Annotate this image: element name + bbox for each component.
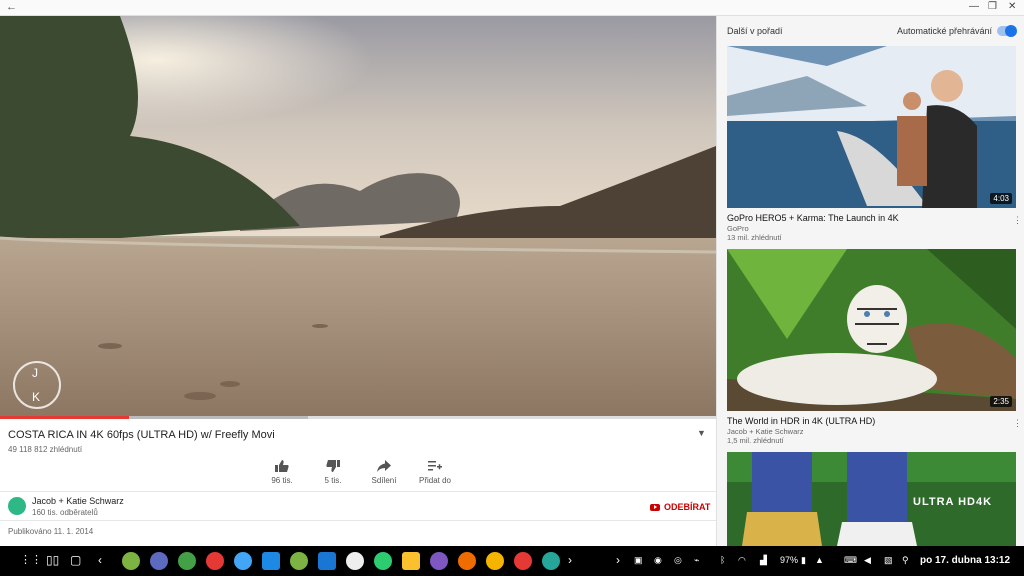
email-app-icon[interactable] (234, 552, 252, 570)
expand-icon[interactable]: ▼ (697, 428, 706, 438)
add-to-button[interactable]: Přidat do (410, 460, 460, 485)
subscriber-count: 160 tis. odběratelů (32, 508, 98, 517)
divider (0, 491, 716, 492)
gallery-icon[interactable]: ▣ (634, 555, 643, 566)
minimize-icon[interactable]: — (969, 1, 979, 12)
publish-date: Publikováno 11. 1. 2014 (8, 527, 94, 536)
video-title: COSTA RICA IN 4K 60fps (ULTRA HD) w/ Fre… (8, 429, 275, 441)
usb-icon[interactable]: ⌁ (694, 555, 699, 566)
clock: po 17. dubna 13:12 (920, 555, 1011, 566)
chrome-app-icon[interactable] (486, 552, 504, 570)
channel-watermark-logo: J K (13, 361, 61, 409)
screenshot-icon[interactable]: ▧ (884, 555, 893, 566)
video-card-channel: GoPro (727, 224, 749, 233)
dislike-count: 5 tis. (324, 476, 342, 485)
more-options-icon[interactable]: ⋮ (1013, 418, 1022, 429)
playlist-add-icon (428, 461, 442, 471)
up-next-sidebar: Další v pořadí Automatické přehrávání 4:… (716, 16, 1024, 546)
add-to-label: Přidat do (418, 476, 452, 485)
expand-up-icon[interactable]: ▲ (815, 555, 824, 565)
channel-name[interactable]: Jacob + Katie Schwarz (32, 496, 124, 506)
battery-icon: ▮ (801, 555, 806, 565)
like-count: 96 tis. (271, 476, 293, 485)
video-player[interactable]: J K (0, 16, 716, 418)
like-button[interactable]: 96 tis. (257, 460, 307, 485)
duration-badge: 2:35 (990, 396, 1012, 407)
view-count: 49 118 812 zhlédnutí (8, 445, 83, 454)
thumbnail-image (727, 46, 1016, 208)
duration-badge: 4:03 (990, 193, 1012, 204)
share-icon (377, 460, 391, 472)
battery-level: 97% (780, 555, 799, 565)
video-card-views: 1,5 mil. zhlédnutí (727, 436, 784, 445)
settings-app-icon[interactable] (150, 552, 168, 570)
notification-icon[interactable]: ◎ (674, 555, 682, 566)
app-icon[interactable] (458, 552, 476, 570)
thumbnail-image (727, 249, 1016, 411)
share-button[interactable]: Sdílení (359, 460, 409, 485)
progress-fill (0, 416, 129, 419)
video-thumbnail[interactable]: ULTRA HD4K (727, 452, 1016, 546)
thumbs-down-icon (326, 460, 340, 472)
youtube-icon (650, 503, 660, 511)
hangouts-app-icon[interactable] (290, 552, 308, 570)
apps-grid-icon[interactable]: ⋮⋮ (20, 553, 42, 566)
video-card-views: 13 mil. zhlédnutí (727, 233, 782, 242)
more-options-icon[interactable]: ⋮ (1013, 215, 1022, 226)
taskbar: ⋮⋮ ▯▯ ▢ ‹ › › ▣ ◉ ◎ ⌁ ᛒ ◠ ▟ 97% ▮ ▲ ⌨ ◀ … (0, 546, 1024, 576)
whatsapp-icon[interactable]: ◉ (654, 555, 662, 566)
video-thumbnail[interactable]: 2:35 (727, 249, 1016, 411)
folder-app-icon[interactable] (402, 552, 420, 570)
autoplay-label: Automatické přehrávání (897, 26, 993, 36)
bluetooth-icon[interactable]: ᛒ (720, 555, 725, 565)
scroll-right-icon[interactable]: › (568, 553, 572, 567)
divider (0, 520, 716, 521)
play-store-app-icon[interactable] (542, 552, 560, 570)
share-label: Sdílení (371, 476, 397, 485)
hangouts-app-icon[interactable] (122, 552, 140, 570)
recent-apps-icon[interactable]: ▯▯ (46, 553, 59, 567)
channel-avatar[interactable] (8, 497, 26, 515)
app-icon[interactable] (514, 552, 532, 570)
thumbs-up-icon (275, 460, 289, 472)
video-thumbnail[interactable]: 4:03 (727, 46, 1016, 208)
volume-icon[interactable]: ◀ (864, 555, 871, 566)
video-frame (0, 16, 716, 418)
autoplay-toggle[interactable] (997, 25, 1017, 37)
home-icon[interactable]: ▢ (70, 553, 81, 567)
progress-bar[interactable] (0, 416, 716, 419)
subscribe-label: ODEBÍRAT (664, 502, 711, 512)
internet-app-icon[interactable] (430, 552, 448, 570)
video-card-title[interactable]: GoPro HERO5 + Karma: The Launch in 4K (727, 213, 899, 223)
up-next-heading: Další v pořadí (727, 26, 783, 36)
search-icon[interactable]: ⚲ (902, 555, 909, 566)
dislike-button[interactable]: 5 tis. (308, 460, 358, 485)
back-arrow-icon[interactable]: ← (6, 1, 17, 13)
window-bar: ← — ❐ ✕ (0, 0, 1024, 16)
wifi-icon[interactable]: ◠ (738, 555, 746, 566)
restore-icon[interactable]: ❐ (988, 1, 997, 12)
video-card-channel: Jacob + Katie Schwarz (727, 427, 804, 436)
close-icon[interactable]: ✕ (1008, 1, 1016, 12)
ultra-hd-logo: ULTRA HD4K (913, 496, 993, 508)
video-card-title[interactable]: The World in HDR in 4K (ULTRA HD) (727, 416, 875, 426)
expand-tray-icon[interactable]: › (616, 553, 620, 567)
phone-app-icon[interactable] (374, 552, 392, 570)
app-icon[interactable] (206, 552, 224, 570)
keyboard-icon[interactable]: ⌨ (844, 555, 857, 566)
grid-app-icon[interactable] (318, 552, 336, 570)
calendar-app-icon[interactable] (262, 552, 280, 570)
signal-icon: ▟ (760, 555, 767, 565)
maps-app-icon[interactable] (178, 552, 196, 570)
scroll-left-icon[interactable]: ‹ (98, 553, 102, 567)
clock-app-icon[interactable] (346, 552, 364, 570)
subscribe-button[interactable]: ODEBÍRAT (650, 502, 710, 512)
